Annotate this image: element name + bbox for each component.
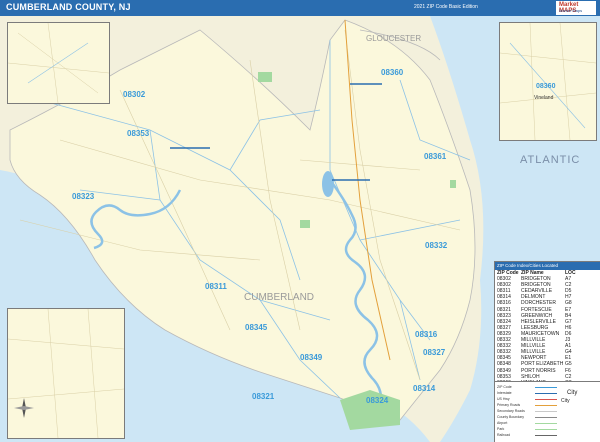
edition-label: 2021 ZIP Code Basic Edition: [414, 4, 478, 10]
page-title: CUMBERLAND COUNTY, NJ: [6, 2, 131, 12]
title-bar: CUMBERLAND COUNTY, NJ 2021 ZIP Code Basi…: [0, 0, 600, 16]
zip-label: 08349: [300, 353, 323, 362]
zip-label: 08360: [381, 68, 404, 77]
inset-map: [500, 23, 596, 140]
inset-north-west[interactable]: [7, 22, 110, 104]
zip-label: 08314: [413, 384, 436, 393]
map-key-swatch: [535, 435, 557, 436]
inset-vineland[interactable]: 08360 Vineland: [499, 22, 597, 141]
zip-label: 08311: [205, 282, 227, 291]
inset-town: Vineland: [534, 95, 554, 101]
zip-label: 08321: [252, 392, 275, 401]
map-key-label: County Boundary: [497, 415, 525, 419]
map-key-swatch: [535, 405, 557, 406]
brand-logo: Market MAPS Market Maps: [556, 1, 596, 15]
inset-south-west[interactable]: [7, 308, 125, 439]
map-key-swatch: [535, 423, 557, 424]
map-key: ZIP Code Interstate US Hwy Primary Roads Sec…: [494, 381, 600, 442]
map-key-swatch: [535, 429, 557, 430]
map-key-swatch: [535, 411, 557, 412]
atlantic-label: ATLANTIC: [520, 154, 581, 166]
map-key-label: Airport: [497, 421, 508, 425]
map-key-swatch: [535, 393, 557, 394]
map-key-swatch: [535, 399, 557, 400]
zip-label: 08353: [127, 129, 150, 138]
zip-label: 08302: [123, 90, 146, 99]
zip-label: 08324: [366, 396, 389, 405]
city-key-label: City: [567, 390, 578, 396]
map-key-label: ZIP Code: [497, 385, 512, 389]
zip-label: 08361: [424, 152, 447, 161]
inset-map: [8, 23, 109, 103]
map-key-label: Primary Roads: [497, 403, 521, 407]
brand-sub: Market Maps: [559, 8, 583, 13]
county-label: CUMBERLAND: [244, 292, 315, 303]
zip-index-header: ZIP Code Index/Cities Located: [495, 262, 600, 270]
inset-map: [8, 309, 124, 438]
city-key-sub: City: [561, 398, 570, 404]
zip-index-table: ZIP Code Index/Cities Located ZIP Code Z…: [494, 261, 600, 404]
map-key-swatch: [535, 417, 557, 418]
compass-icon: [14, 398, 34, 418]
zip-label: 08323: [72, 192, 95, 201]
zip-label: 08327: [423, 348, 446, 357]
neighbor-county-label: GLOUCESTER: [366, 34, 422, 43]
inset-zip: 08360: [536, 83, 556, 90]
map-key-label: Interstate: [497, 391, 512, 395]
union-lake: [322, 171, 334, 197]
map-key-swatch: [535, 387, 557, 388]
map-key-label: Secondary Roads: [497, 409, 525, 413]
zip-label: 08345: [245, 323, 268, 332]
map-key-label: Park: [497, 427, 505, 431]
map-frame: CUMBERLAND COUNTY, NJ 2021 ZIP Code Basi…: [0, 0, 600, 442]
map-key-label: US Hwy: [497, 397, 510, 401]
zip-label: 08316: [415, 330, 438, 339]
zip-label: 08332: [425, 241, 448, 250]
map-key-label: Railroad: [497, 433, 511, 437]
